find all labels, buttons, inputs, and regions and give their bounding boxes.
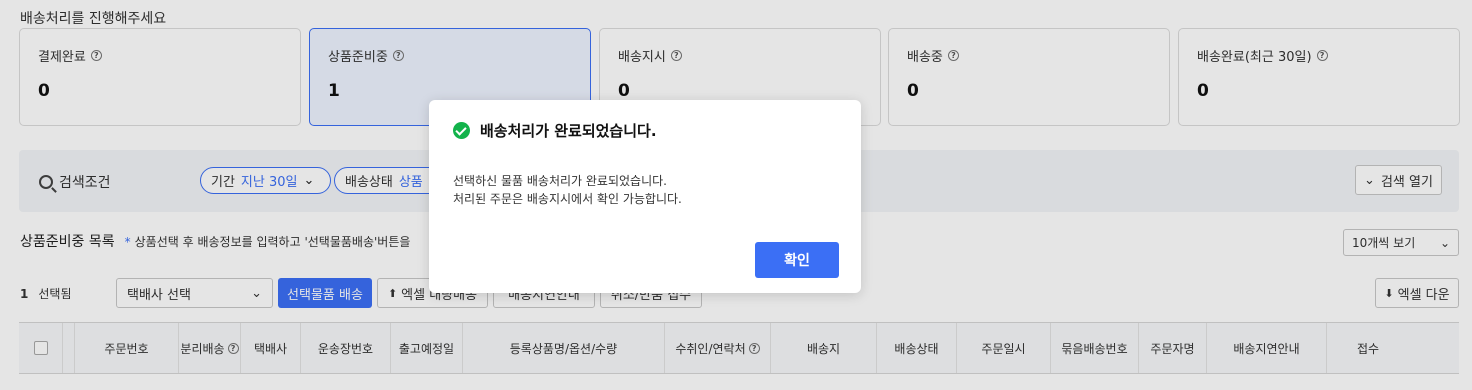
success-check-icon xyxy=(453,122,470,139)
dialog-message-line: 선택하신 물품 배송처리가 완료되었습니다. xyxy=(453,174,667,188)
dialog-message-line: 처리된 주문은 배송지시에서 확인 가능합니다. xyxy=(453,192,682,206)
success-dialog: 배송처리가 완료되었습니다. 선택하신 물품 배송처리가 완료되었습니다. 처리… xyxy=(429,100,861,293)
dialog-title: 배송처리가 완료되었습니다. xyxy=(480,122,657,140)
dialog-body: 선택하신 물품 배송처리가 완료되었습니다. 처리된 주문은 배송지시에서 확인… xyxy=(453,172,682,208)
confirm-button[interactable]: 확인 xyxy=(755,242,839,278)
